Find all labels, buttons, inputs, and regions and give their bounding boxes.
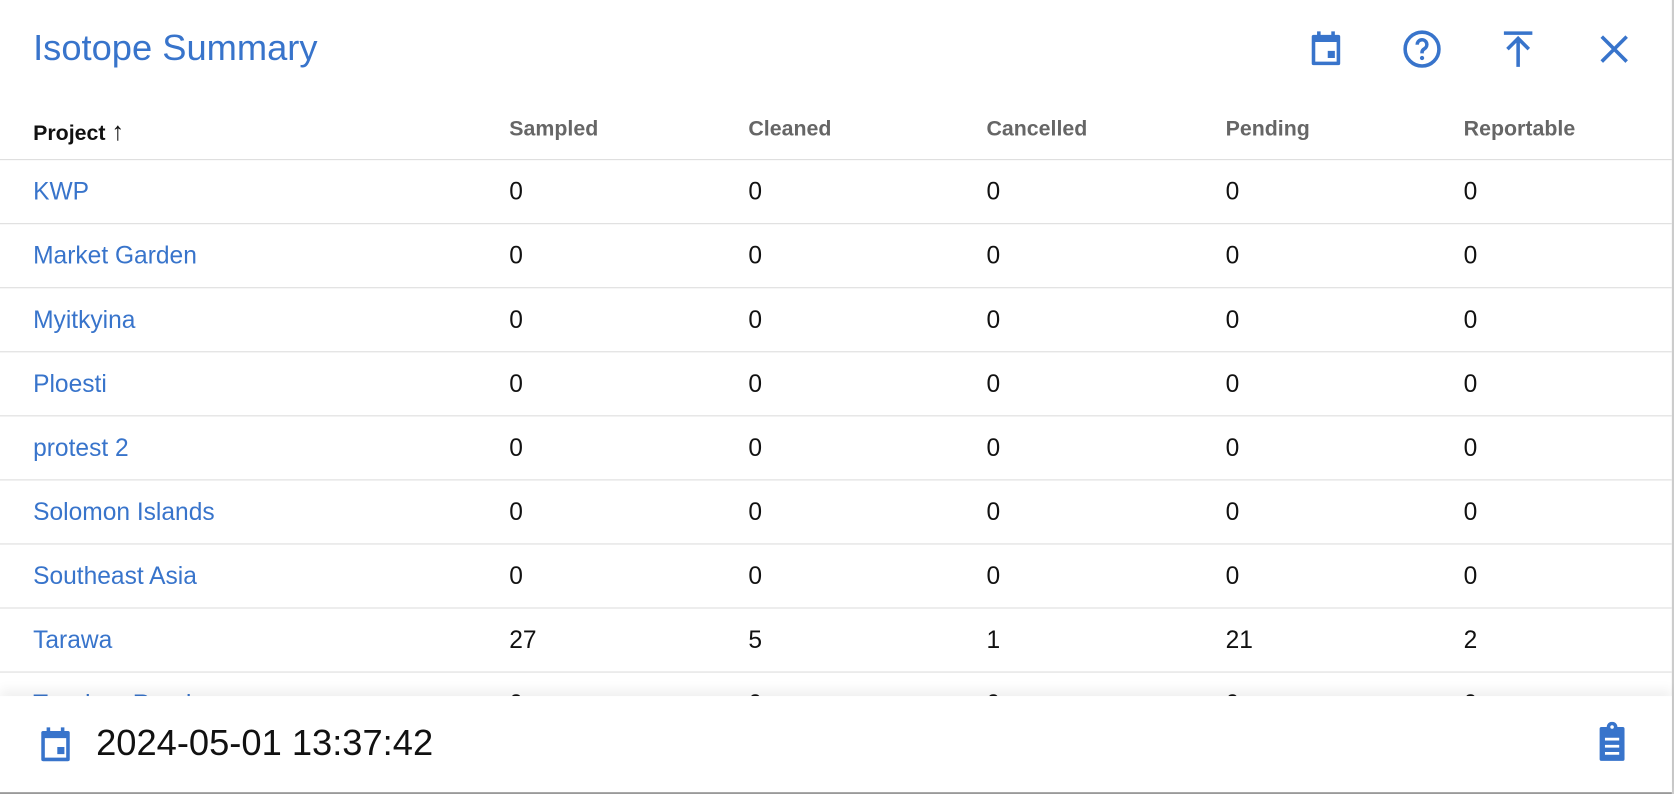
cell-reportable: 0	[1463, 369, 1478, 398]
table-row[interactable]: Myitkyina 0 0 0 0 0	[0, 288, 1672, 353]
cell-cleaned: 0	[748, 177, 763, 205]
cell-cancelled: 0	[986, 497, 1001, 526]
cell-sampled: 0	[509, 305, 523, 334]
project-link[interactable]: Market Garden	[33, 241, 197, 270]
cell-cancelled: 0	[986, 561, 1001, 590]
cell-sampled: 0	[509, 433, 523, 462]
cell-cancelled: 0	[986, 241, 1001, 270]
column-header-project[interactable]: Project ↑	[33, 117, 124, 147]
cell-pending: 0	[1225, 305, 1240, 334]
table-row[interactable]: KWP 0 0 0 0 0	[0, 160, 1672, 225]
project-link[interactable]: Ploesti	[33, 369, 107, 398]
cell-pending: 21	[1225, 625, 1253, 654]
calendar-icon[interactable]	[34, 724, 77, 767]
cell-pending: 0	[1225, 369, 1240, 398]
cell-sampled: 0	[509, 177, 523, 205]
cell-reportable: 0	[1463, 177, 1478, 205]
cell-sampled: 27	[509, 625, 537, 654]
cell-cleaned: 0	[748, 433, 763, 462]
cell-cancelled: 0	[986, 369, 1001, 398]
project-link[interactable]: Tarawa	[33, 626, 112, 655]
cell-cancelled: 0	[986, 305, 1001, 334]
table-row[interactable]: Market Garden 0 0 0 0 0	[0, 224, 1672, 289]
table-row[interactable]: Solomon Islands 0 0 0 0 0	[0, 480, 1672, 545]
cell-reportable: 0	[1463, 433, 1478, 462]
cell-cancelled: 1	[986, 625, 1001, 654]
cell-sampled: 0	[509, 369, 523, 398]
cell-cleaned: 0	[748, 241, 763, 270]
project-link[interactable]: Myitkyina	[33, 305, 135, 334]
column-header-cleaned[interactable]: Cleaned	[748, 117, 831, 142]
table-row[interactable]: Southeast Asia 0 0 0 0 0	[0, 544, 1672, 609]
close-icon[interactable]	[1593, 28, 1636, 71]
cell-cleaned: 0	[748, 561, 763, 590]
cell-cancelled: 0	[986, 433, 1001, 462]
table-row[interactable]: Tavahee Road00000	[0, 673, 1672, 696]
cell-sampled: 0	[509, 241, 523, 270]
isotope-summary-dialog: Isotope Summary Project ↑ Sampled Cleane…	[0, 0, 1674, 794]
cell-pending: 0	[1225, 433, 1240, 462]
cell-cancelled: 0	[986, 177, 1001, 205]
column-header-cancelled[interactable]: Cancelled	[986, 117, 1087, 142]
upload-to-top-icon[interactable]	[1497, 28, 1540, 71]
column-header-pending[interactable]: Pending	[1226, 117, 1310, 142]
table-row[interactable]: Ploesti 0 0 0 0 0	[0, 352, 1672, 417]
cell-reportable: 0	[1463, 305, 1478, 334]
table-row[interactable]: protest 2 0 0 0 0 0	[0, 416, 1672, 481]
cell-sampled: 0	[509, 561, 523, 590]
cell-reportable: 2	[1463, 625, 1478, 654]
project-link[interactable]: protest 2	[33, 433, 129, 462]
cell-cleaned: 0	[748, 497, 763, 526]
table-row[interactable]: Tarawa 27 5 1 21 2	[0, 609, 1672, 673]
cell-cleaned: 0	[748, 369, 763, 398]
cell-cleaned: 5	[748, 625, 763, 654]
cell-reportable: 0	[1463, 497, 1478, 526]
page-title: Isotope Summary	[33, 27, 318, 69]
column-header-reportable[interactable]: Reportable	[1464, 117, 1576, 142]
column-header-sampled[interactable]: Sampled	[509, 117, 598, 142]
cell-pending: 0	[1225, 561, 1240, 590]
footer: 2024-05-01 13:37:42	[0, 696, 1672, 794]
table-body[interactable]: KWP 0 0 0 0 0 Market Garden 0 0 0 0 0 Myitkyina 0 0 0 0 0…	[0, 160, 1672, 696]
sort-arrow-up-icon: ↑	[111, 117, 125, 147]
project-link[interactable]: Solomon Islands	[33, 498, 215, 527]
calendar-icon[interactable]	[1305, 28, 1348, 71]
table-header: Project ↑ Sampled Cleaned Cancelled Pend…	[0, 107, 1672, 161]
cell-pending: 0	[1225, 241, 1240, 270]
project-link[interactable]: Southeast Asia	[33, 562, 197, 591]
cell-reportable: 0	[1463, 241, 1478, 270]
clipboard-icon[interactable]	[1591, 721, 1634, 765]
cell-reportable: 0	[1463, 561, 1478, 590]
project-link[interactable]: KWP	[33, 177, 89, 206]
cell-sampled: 0	[509, 497, 523, 526]
cell-pending: 0	[1225, 497, 1240, 526]
timestamp: 2024-05-01 13:37:42	[96, 722, 434, 764]
cell-pending: 0	[1225, 177, 1240, 205]
cell-cleaned: 0	[748, 305, 763, 334]
help-circle-icon[interactable]	[1401, 28, 1444, 71]
